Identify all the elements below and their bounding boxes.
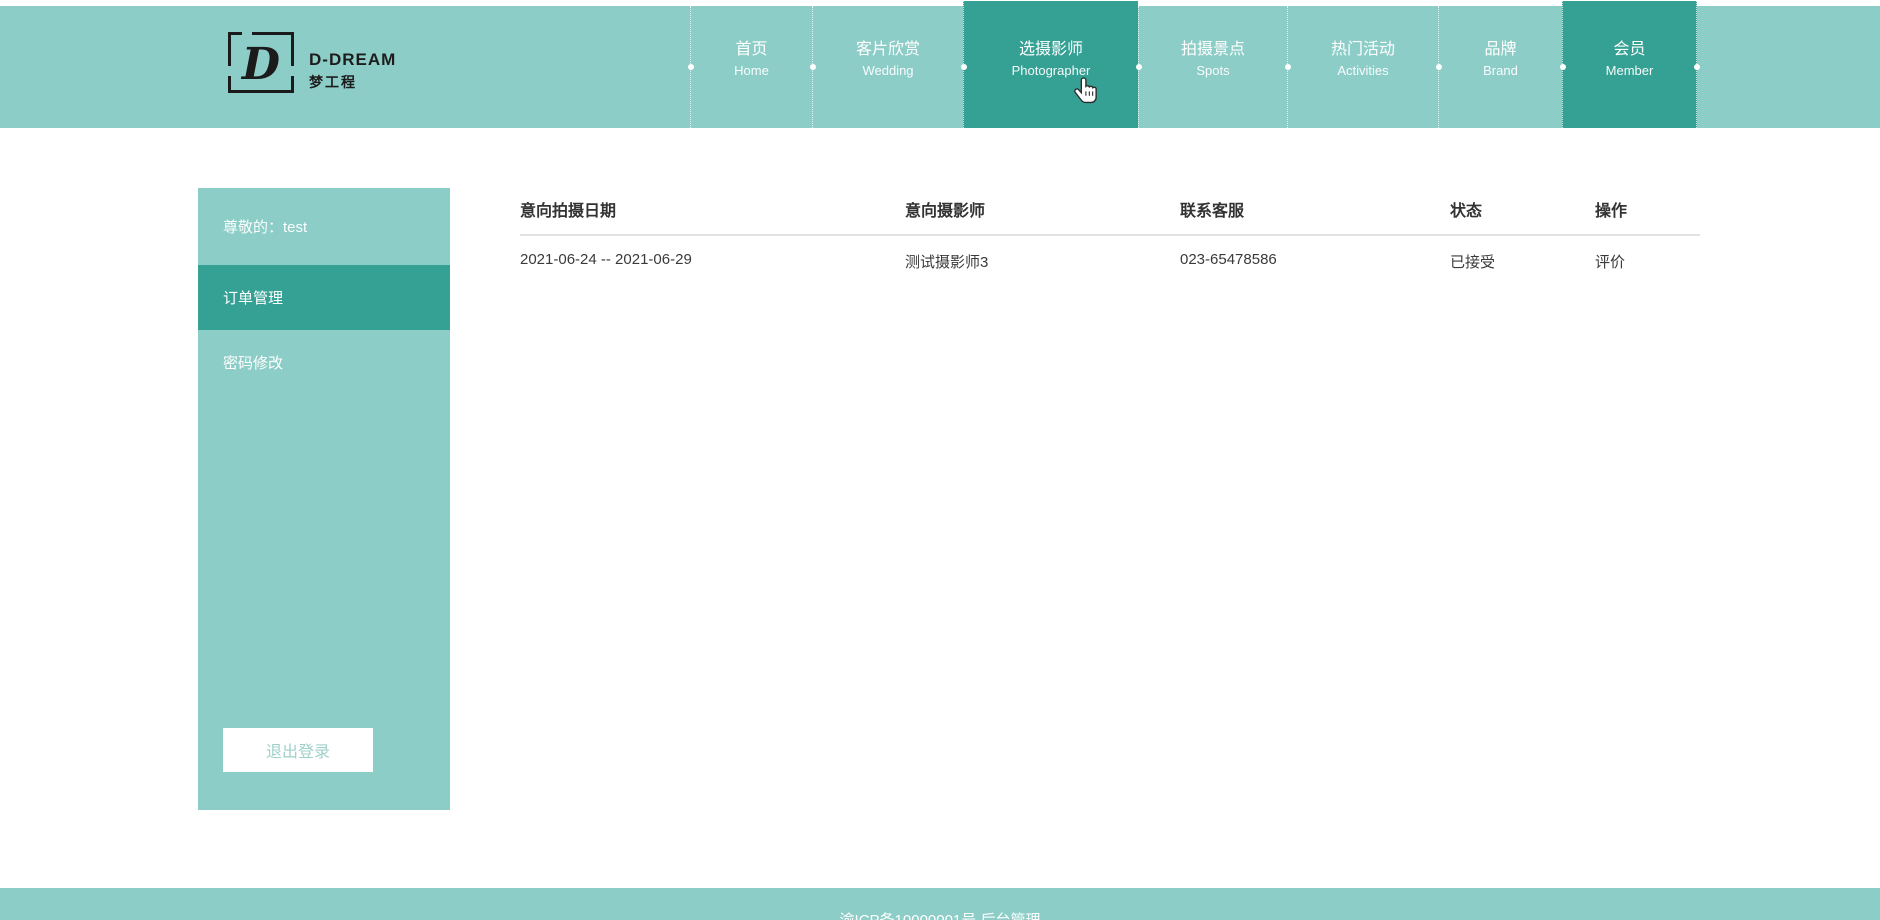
nav-label-zh: 品牌 [1484, 41, 1517, 58]
nav-label-en: Activities [1337, 63, 1389, 78]
nav-label-en: Member [1605, 63, 1654, 78]
footer-text: 渝ICP备10000001号 后台管理 [840, 912, 1041, 920]
brand-name-block: D-DREAM 梦工程 [309, 50, 396, 93]
nav-label-en: Brand [1483, 63, 1518, 78]
sidebar-item-password[interactable]: 密码修改 [198, 330, 450, 395]
nav-label-zh: 选摄影师 [1018, 41, 1083, 58]
brand-logo-mark: D [227, 31, 295, 93]
order-photographer: 测试摄影师3 [905, 254, 989, 271]
nav-item-brand[interactable]: 品牌 Brand [1438, 6, 1562, 128]
nav-item-wedding[interactable]: 客片欣赏 Wedding [812, 6, 963, 128]
nav-label-zh: 热门活动 [1330, 41, 1395, 58]
logo-frame-gap [289, 65, 295, 76]
table-row: 2021-06-24 -- 2021-06-29 测试摄影师3 023-6547… [520, 236, 1700, 272]
order-contact-phone: 023-65478586 [1180, 251, 1277, 268]
column-header-status: 状态 [1450, 203, 1483, 220]
nav-label-en: Photographer [1011, 63, 1091, 78]
nav-item-spots[interactable]: 拍摄景点 Spots [1138, 6, 1287, 128]
top-header: D D-DREAM 梦工程 首页 Home 客片欣赏 Wedding 选摄影师 … [0, 1, 1880, 128]
sidebar-item-label: 密码修改 [223, 355, 284, 372]
nav-item-photographer[interactable]: 选摄影师 Photographer [963, 1, 1138, 128]
logout-button[interactable]: 退出登录 [223, 728, 373, 772]
nav-item-member[interactable]: 会员 Member [1562, 1, 1700, 128]
nav-label-en: Wedding [862, 63, 914, 78]
page-footer: 渝ICP备10000001号 后台管理 [0, 888, 1880, 920]
order-date-range: 2021-06-24 -- 2021-06-29 [520, 251, 692, 268]
nav-label-zh: 拍摄景点 [1180, 41, 1245, 58]
brand-name-cn: 梦工程 [309, 74, 357, 90]
nav-item-activities[interactable]: 热门活动 Activities [1287, 6, 1438, 128]
sidebar-item-orders[interactable]: 订单管理 [198, 265, 450, 330]
nav-separator-dot [1693, 64, 1700, 70]
nav-label-en: Spots [1196, 63, 1230, 78]
nav-label-zh: 客片欣赏 [855, 41, 920, 58]
nav-label-en: Home [734, 63, 769, 78]
logo-frame-gap [241, 31, 252, 37]
order-status: 已接受 [1450, 254, 1496, 271]
brand-name: D-DREAM [309, 50, 397, 69]
nav-label-zh: 首页 [735, 41, 768, 58]
column-header-date: 意向拍摄日期 [520, 203, 617, 220]
column-header-contact: 联系客服 [1180, 203, 1245, 220]
logo-frame-gap [227, 65, 233, 76]
logo-d-glyph: D [241, 38, 281, 90]
sidebar-item-label: 订单管理 [223, 290, 284, 307]
main-nav: 首页 Home 客片欣赏 Wedding 选摄影师 Photographer 拍… [690, 1, 1700, 128]
column-header-action: 操作 [1595, 203, 1628, 220]
nav-label-zh: 会员 [1613, 41, 1646, 58]
brand-logo[interactable]: D D-DREAM 梦工程 [227, 31, 396, 93]
column-header-photographer: 意向摄影师 [905, 203, 986, 220]
orders-table: 意向拍摄日期 意向摄影师 联系客服 状态 操作 2021-06-24 -- 20… [520, 197, 1700, 272]
user-greeting: 尊敬的：test [223, 219, 308, 236]
orders-table-header: 意向拍摄日期 意向摄影师 联系客服 状态 操作 [520, 197, 1700, 236]
member-sidebar: 尊敬的：test 订单管理 密码修改 退出登录 [198, 188, 450, 810]
order-action-evaluate[interactable]: 评价 [1595, 251, 1700, 272]
nav-item-home[interactable]: 首页 Home [690, 6, 812, 128]
